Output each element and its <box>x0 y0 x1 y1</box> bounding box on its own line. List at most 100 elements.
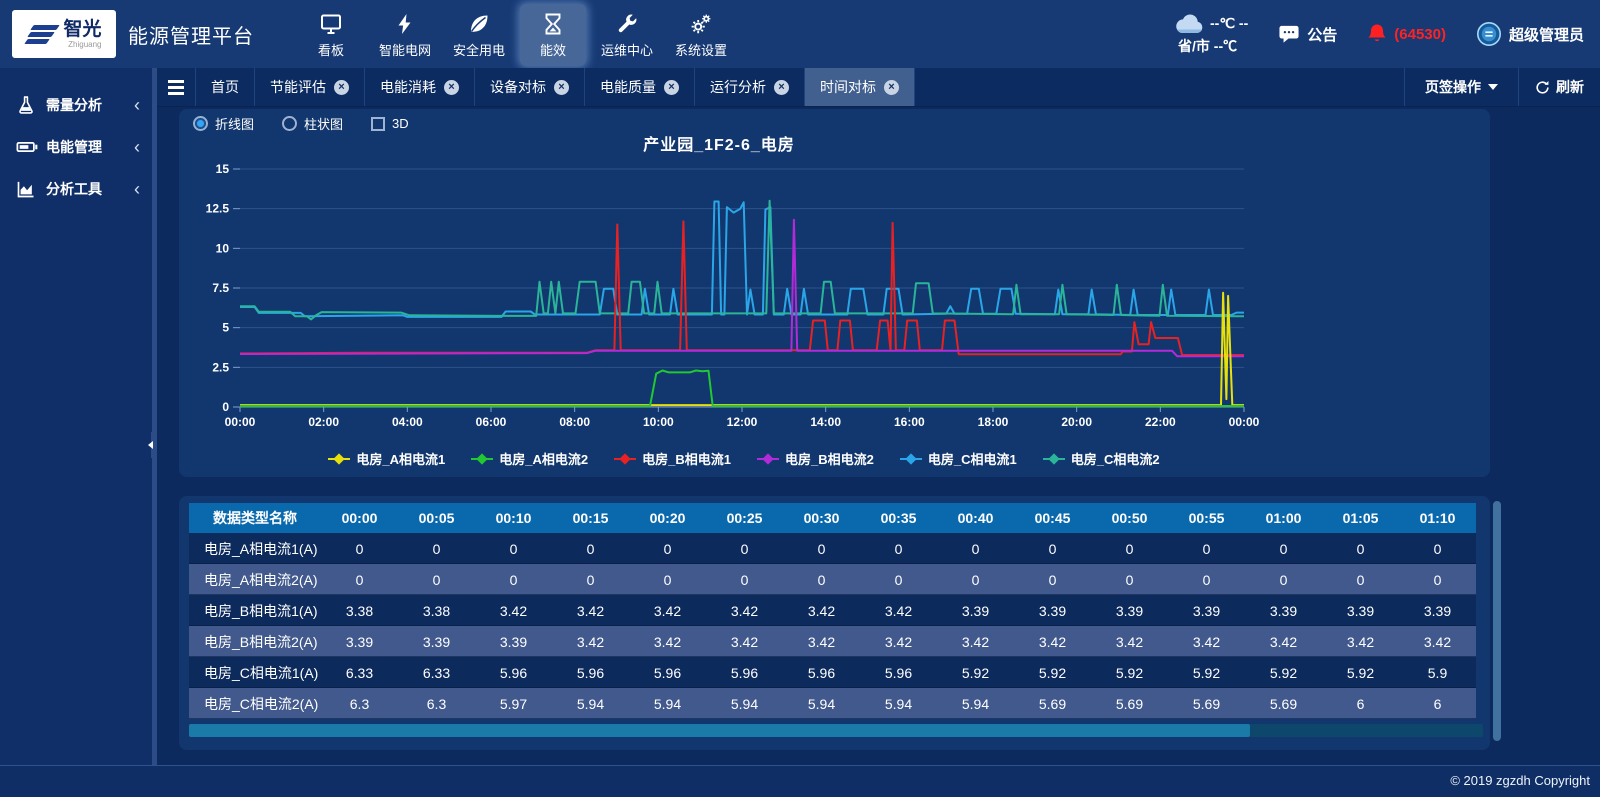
table-cell: 3.39 <box>1322 595 1399 626</box>
checkbox-3d[interactable]: 3D <box>371 116 409 131</box>
alarm-button[interactable]: (64530) <box>1367 23 1446 45</box>
svg-text:7.5: 7.5 <box>212 281 229 295</box>
table-header-row: 数据类型名称00:0000:0500:1000:1500:2000:2500:3… <box>189 503 1476 533</box>
table-cell: 3.42 <box>1168 626 1245 657</box>
alarm-count: (64530) <box>1394 26 1446 43</box>
chevron-left-icon: ‹ <box>134 96 140 114</box>
sidebar-item-analysis-tools[interactable]: 分析工具‹ <box>0 168 152 210</box>
sidebar-item-demand-analysis[interactable]: 需量分析 ‹ <box>0 84 152 126</box>
table-cell: 3.38 <box>321 595 398 626</box>
nav-item-ops-center[interactable]: 运维中心 <box>594 4 660 66</box>
table-cell: 0 <box>860 564 937 595</box>
horizontal-scrollbar-thumb[interactable] <box>189 724 1250 737</box>
svg-text:12:00: 12:00 <box>727 415 758 429</box>
table-cell: 3.39 <box>1168 595 1245 626</box>
sidebar-item-energy-management[interactable]: 电能管理‹ <box>0 126 152 168</box>
table-header-cell: 00:35 <box>860 503 937 533</box>
tab-operation-analysis[interactable]: 运行分析 × <box>695 68 805 106</box>
svg-text:18:00: 18:00 <box>978 415 1009 429</box>
table-cell: 5.96 <box>706 657 783 688</box>
close-icon[interactable]: × <box>444 80 459 95</box>
tab-label: 电能消耗 <box>380 77 436 97</box>
legend-marker-icon <box>1043 454 1065 464</box>
table-cell: 3.42 <box>552 595 629 626</box>
nav-item-label: 系统设置 <box>668 40 734 59</box>
nav-item-safe-power[interactable]: 安全用电 <box>446 4 512 66</box>
table-cell: 3.42 <box>706 626 783 657</box>
close-icon[interactable]: × <box>334 80 349 95</box>
tab-energy-evaluation[interactable]: 节能评估× <box>255 68 365 106</box>
vertical-scrollbar-thumb[interactable] <box>1493 501 1501 741</box>
close-icon[interactable]: × <box>884 80 899 95</box>
table-cell: 0 <box>860 533 937 564</box>
vertical-scrollbar[interactable] <box>1493 501 1501 751</box>
table-header-cell: 00:00 <box>321 503 398 533</box>
table-cell: 3.42 <box>937 626 1014 657</box>
nav-item-dashboard[interactable]: 看板 <box>298 4 364 66</box>
tab-label: 运行分析 <box>710 77 766 97</box>
weather-temp: --℃ -- <box>1210 15 1248 32</box>
sidebar-item-label: 需量分析 <box>46 95 102 115</box>
table-row-name: 电房_B相电流1(A) <box>189 595 321 626</box>
table-cell: 5.92 <box>937 657 1014 688</box>
tab-power-quality[interactable]: 电能质量× <box>585 68 695 106</box>
table-row-name: 电房_A相电流2(A) <box>189 564 321 595</box>
table-cell: 0 <box>706 564 783 595</box>
table-cell: 5.96 <box>475 657 552 688</box>
close-icon[interactable]: × <box>774 80 789 95</box>
table-header-cell: 01:00 <box>1245 503 1322 533</box>
data-table: 数据类型名称00:0000:0500:1000:1500:2000:2500:3… <box>189 503 1476 719</box>
svg-text:08:00: 08:00 <box>559 415 590 429</box>
table-cell: 0 <box>1091 564 1168 595</box>
table-cell: 0 <box>475 564 552 595</box>
table-cell: 3.42 <box>475 595 552 626</box>
notice-button[interactable]: 公告 <box>1278 24 1337 45</box>
svg-text:02:00: 02:00 <box>308 415 339 429</box>
chart-legend: 电房_A相电流1 电房_A相电流2 电房_B相电流1 电房_B相电流2 电房_C相电流1… <box>179 449 1309 468</box>
tab-time-benchmark[interactable]: 时间对标× <box>805 68 915 106</box>
table-header-cell: 00:55 <box>1168 503 1245 533</box>
nav-item-system-settings[interactable]: 系统设置 <box>668 4 734 66</box>
table-header-cell: 00:10 <box>475 503 552 533</box>
legend-item-2[interactable]: 电房_A相电流2 <box>471 449 588 468</box>
legend-marker-icon <box>900 454 922 464</box>
table-row: 电房_A相电流1(A)000000000000000 <box>189 533 1476 564</box>
checkbox-icon <box>371 117 385 131</box>
table-cell: 3.42 <box>552 626 629 657</box>
hourglass-icon <box>520 11 586 37</box>
table-cell: 6 <box>1322 688 1399 719</box>
user-menu[interactable]: 超级管理员 <box>1476 21 1584 47</box>
table-header-cell: 00:45 <box>1014 503 1091 533</box>
chart-panel: 折线图柱状图3D 产业园_1F2-6_电房 02.557.51012.51500… <box>179 109 1490 477</box>
notice-label: 公告 <box>1307 24 1337 45</box>
legend-item-4[interactable]: 电房_B相电流2 <box>757 449 874 468</box>
table-cell: 0 <box>1245 533 1322 564</box>
refresh-button[interactable]: 刷新 <box>1518 68 1600 106</box>
tab-energy-consumption[interactable]: 电能消耗 × <box>365 68 475 106</box>
legend-marker-icon <box>757 454 779 464</box>
tab-home[interactable]: 首页 <box>196 68 255 106</box>
nav-item-energy-efficiency[interactable]: 能效 <box>520 4 586 66</box>
table-cell: 0 <box>398 533 475 564</box>
battery-icon <box>16 137 38 157</box>
legend-item-5[interactable]: 电房_C相电流1 <box>900 449 1017 468</box>
svg-text:22:00: 22:00 <box>1145 415 1176 429</box>
radio-circle-icon <box>193 116 208 131</box>
legend-item-1[interactable]: 电房_A相电流1 <box>328 449 445 468</box>
table-cell: 3.39 <box>1399 595 1476 626</box>
close-icon[interactable]: × <box>554 80 569 95</box>
horizontal-scrollbar[interactable] <box>189 724 1483 737</box>
close-icon[interactable]: × <box>664 80 679 95</box>
legend-item-3[interactable]: 电房_B相电流1 <box>614 449 731 468</box>
tab-operations-dropdown[interactable]: 页签操作 <box>1404 68 1518 106</box>
legend-marker-icon <box>328 454 350 464</box>
nav-item-smart-grid[interactable]: 智能电网 <box>372 4 438 66</box>
table-row: 电房_B相电流2(A)3.393.393.393.423.423.423.423… <box>189 626 1476 657</box>
tab-device-benchmark[interactable]: 设备对标× <box>475 68 585 106</box>
table-header-cell: 01:05 <box>1322 503 1399 533</box>
legend-item-6[interactable]: 电房_C相电流2 <box>1043 449 1160 468</box>
table-cell: 0 <box>552 533 629 564</box>
hamburger-menu-icon[interactable] <box>157 68 196 106</box>
legend-label: 电房_B相电流1 <box>642 449 731 468</box>
table-cell: 5.9 <box>1399 657 1476 688</box>
